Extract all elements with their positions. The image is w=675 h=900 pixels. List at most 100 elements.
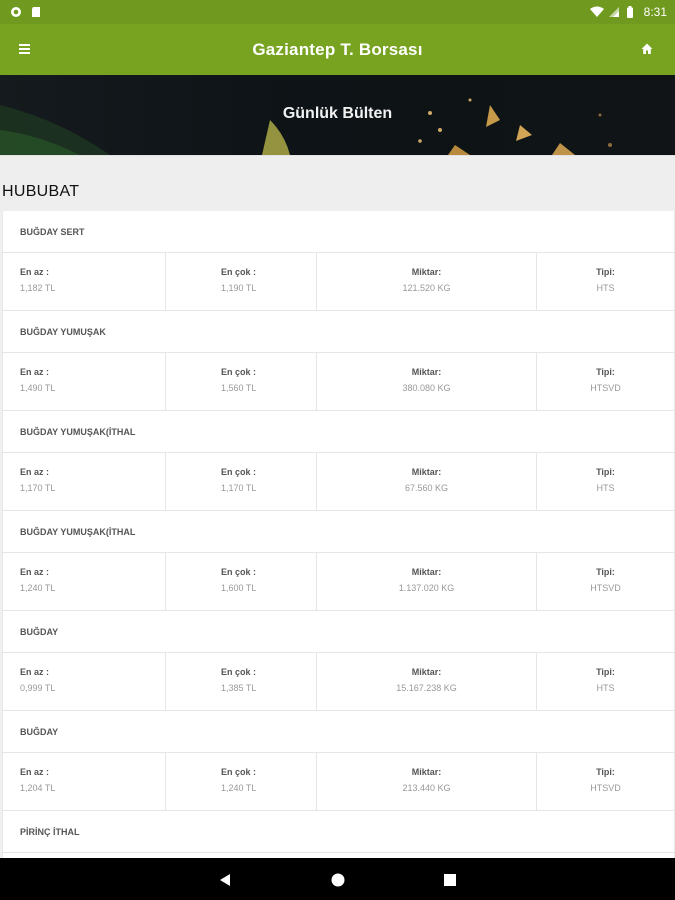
max-value: 1,600 TL [221, 583, 257, 593]
banner-title: Günlük Bülten [282, 105, 393, 122]
min-price-cell: En az : 0,999 TL [3, 653, 166, 710]
min-price-cell: En az : 1,182 TL [3, 253, 166, 310]
section-header: HUBUBAT [0, 155, 675, 212]
type-cell: Tipi: HTSVD [537, 753, 674, 810]
min-value: 1,170 TL [20, 483, 56, 493]
type-cell: Tipi: HTSVD [537, 553, 674, 610]
qty-label: Miktar: [411, 467, 442, 477]
qty-value: 67.560 KG [404, 483, 449, 493]
item-name: BUĞDAY YUMUŞAK [3, 311, 674, 353]
min-price-cell: En az : 1,170 TL [3, 453, 166, 510]
qty-label: Miktar: [411, 767, 442, 777]
max-price-cell: En çok : 1,240 TL [166, 753, 317, 810]
min-label: En az : [20, 567, 50, 577]
price-list[interactable]: BUĞDAY SERT En az : 1,182 TL En çok : 1,19… [2, 211, 675, 858]
max-value: 1,170 TL [221, 483, 257, 493]
min-value: 1,204 TL [20, 783, 56, 793]
battery-icon [626, 6, 638, 18]
max-value: 1,560 TL [221, 383, 257, 393]
item-row: En az : 1,182 TL En çok : 1,190 TL Miktar:… [3, 253, 674, 311]
max-label: En çok : [221, 467, 257, 477]
type-label: Tipi: [596, 367, 615, 377]
circle-icon [331, 873, 345, 887]
qty-value: 1.137.020 KG [398, 583, 455, 593]
item-name: BUĞDAY [3, 611, 674, 653]
min-price-cell: En az : 1,204 TL [3, 753, 166, 810]
type-value: HTSVD [590, 783, 621, 793]
min-label: En az : [20, 467, 50, 477]
navigation-bar [0, 858, 675, 900]
quantity-cell: Miktar: 67.560 KG [317, 453, 537, 510]
max-label: En çok : [221, 667, 257, 677]
item-name: BUĞDAY SERT [3, 211, 674, 253]
min-label: En az : [20, 367, 50, 377]
type-value: HTSVD [590, 583, 621, 593]
qty-label: Miktar: [411, 567, 442, 577]
sd-card-icon [30, 6, 42, 18]
max-value: 1,240 TL [221, 783, 257, 793]
back-button[interactable] [217, 872, 233, 888]
wifi-icon [589, 6, 604, 18]
type-cell: Tipi: HTS [537, 453, 674, 510]
recents-button[interactable] [442, 872, 458, 888]
min-price-cell: En az : 1,490 TL [3, 353, 166, 410]
quantity-cell: Miktar: 1.137.020 KG [317, 553, 537, 610]
item-row: En az : 1,240 TL En çok : 1,600 TL Miktar:… [3, 553, 674, 611]
qty-value: 121.520 KG [402, 283, 451, 293]
status-time: 8:31 [643, 5, 667, 19]
item-name: PİRİNÇ İTHAL [3, 811, 674, 853]
max-label: En çok : [221, 367, 257, 377]
item-name: BUĞDAY YUMUŞAK(İTHAL [3, 411, 674, 453]
min-value: 1,182 TL [20, 283, 56, 293]
min-value: 1,240 TL [20, 583, 56, 593]
home-icon [641, 43, 653, 54]
type-value: HTS [596, 683, 615, 693]
type-label: Tipi: [596, 667, 615, 677]
quantity-cell: Miktar: 121.520 KG [317, 253, 537, 310]
max-label: En çok : [221, 567, 257, 577]
max-label: En çok : [221, 767, 257, 777]
type-cell: Tipi: HTSVD [537, 353, 674, 410]
home-button[interactable] [641, 39, 657, 59]
qty-value: 213.440 KG [402, 783, 451, 793]
app-title: Gaziantep T. Borsası [252, 39, 423, 59]
square-icon [444, 874, 456, 886]
signal-icon [608, 6, 620, 18]
qty-label: Miktar: [411, 667, 442, 677]
item-row: En az : 1,170 TL En çok : 1,170 TL Miktar:… [3, 453, 674, 511]
min-label: En az : [20, 667, 50, 677]
app-bar: Gaziantep T. Borsası [0, 24, 675, 75]
banner: Günlük Bülten [0, 75, 675, 155]
type-value: HTS [596, 283, 615, 293]
type-label: Tipi: [596, 267, 615, 277]
min-value: 1,490 TL [20, 383, 56, 393]
menu-button[interactable] [19, 39, 35, 59]
max-price-cell: En çok : 1,600 TL [166, 553, 317, 610]
back-triangle-icon [220, 874, 230, 886]
type-label: Tipi: [596, 567, 615, 577]
qty-label: Miktar: [411, 267, 442, 277]
type-cell: Tipi: HTS [537, 653, 674, 710]
notification-circle-icon [10, 6, 22, 18]
status-notifications [10, 6, 42, 18]
max-price-cell: En çok : 1,385 TL [166, 653, 317, 710]
type-value: HTS [596, 483, 615, 493]
quantity-cell: Miktar: 380.080 KG [317, 353, 537, 410]
type-label: Tipi: [596, 767, 615, 777]
home-nav-button[interactable] [330, 872, 346, 888]
type-cell: Tipi: HTS [537, 253, 674, 310]
item-row: En az : 1,204 TL En çok : 1,240 TL Miktar:… [3, 753, 674, 811]
max-price-cell: En çok : 1,170 TL [166, 453, 317, 510]
item-name: BUĞDAY YUMUŞAK(İTHAL [3, 511, 674, 553]
section-title: HUBUBAT [2, 183, 80, 200]
qty-label: Miktar: [411, 367, 442, 377]
item-row: En az : 1,490 TL En çok : 1,560 TL Miktar:… [3, 353, 674, 411]
status-bar: 8:31 [0, 0, 675, 24]
type-label: Tipi: [596, 467, 615, 477]
min-price-cell: En az : 1,240 TL [3, 553, 166, 610]
max-price-cell: En çok : 1,190 TL [166, 253, 317, 310]
max-value: 1,385 TL [221, 683, 257, 693]
min-label: En az : [20, 767, 50, 777]
status-system: 8:31 [589, 5, 667, 19]
qty-value: 380.080 KG [402, 383, 451, 393]
